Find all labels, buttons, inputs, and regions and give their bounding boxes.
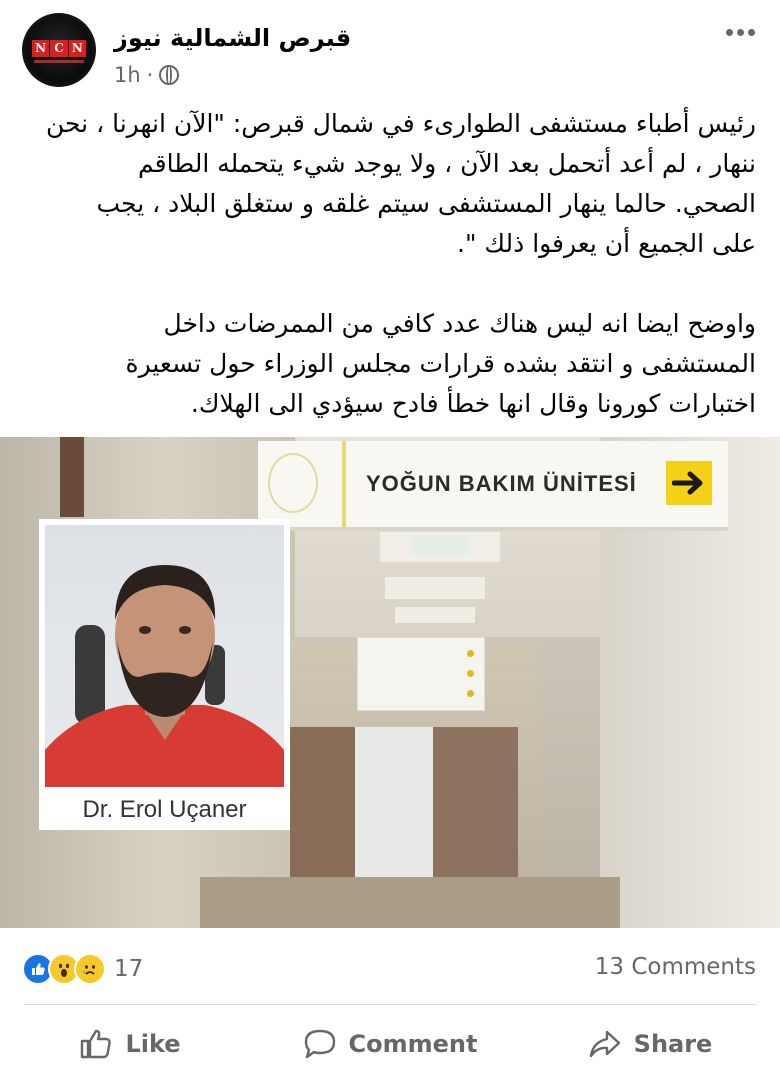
ceiling-light: [385, 577, 485, 599]
sign-dot: [467, 670, 474, 677]
globe-icon[interactable]: [159, 65, 180, 85]
sign-dot: [467, 650, 474, 657]
reactions-summary[interactable]: 17: [22, 953, 143, 985]
post-paragraph: واوضح ايضا انه ليس هناك عدد كافي من المم…: [125, 309, 756, 418]
sign-dot: [467, 690, 474, 697]
emblem-icon: [268, 453, 318, 513]
engagement-stats: 17 13 Comments: [0, 940, 780, 996]
doctor-illustration: [45, 565, 284, 787]
dot-icon: [736, 28, 744, 36]
page-avatar[interactable]: N C N: [22, 13, 96, 87]
dot-icon: [725, 28, 733, 36]
thumbs-up-icon: [81, 1029, 112, 1059]
ncn-logo: N C N: [32, 40, 86, 57]
portrait-caption: Dr. Erol Uçaner: [82, 796, 247, 823]
post-header: N C N قبرص الشمالية نيوز 1h ·: [0, 0, 780, 100]
facebook-post: N C N قبرص الشمالية نيوز 1h · رئيس أطباء…: [0, 0, 780, 1080]
portrait-photo: [45, 525, 284, 787]
post-time-link[interactable]: 1h: [114, 63, 141, 87]
share-button[interactable]: Share: [520, 1008, 780, 1080]
share-icon: [589, 1030, 620, 1058]
post-meta: 1h ·: [114, 63, 180, 87]
logo-letter: C: [50, 40, 68, 57]
post-actions: Like Comment Share: [0, 1008, 780, 1080]
logo-letter: N: [68, 40, 86, 57]
post-text: رئيس أطباء مستشفى الطوارىء في شمال قبرص:…: [26, 104, 756, 424]
dot-icon: [747, 28, 755, 36]
actions-divider: [24, 1004, 756, 1005]
like-label: Like: [125, 1030, 181, 1058]
sad-reaction-icon: [74, 953, 106, 985]
sign-divider: [342, 441, 346, 527]
image-pillar: [60, 437, 84, 517]
share-label: Share: [633, 1030, 713, 1058]
comment-icon: [304, 1029, 335, 1059]
post-image[interactable]: YOĞUN BAKIM ÜNİTESİ Dr. Erol Uçaner: [0, 437, 780, 928]
icu-sign-text: YOĞUN BAKIM ÜNİTESİ: [366, 471, 637, 496]
post-paragraph: رئيس أطباء مستشفى الطوارىء في شمال قبرص:…: [46, 109, 756, 258]
more-options-button[interactable]: [722, 20, 758, 44]
comment-button[interactable]: Comment: [260, 1008, 520, 1080]
comment-label: Comment: [348, 1030, 478, 1058]
image-floor: [200, 877, 620, 928]
doctor-portrait: Dr. Erol Uçaner: [39, 519, 290, 830]
meta-separator: ·: [146, 63, 154, 87]
reaction-count: 17: [114, 956, 144, 982]
comments-count-link[interactable]: 13 Comments: [595, 954, 756, 980]
ceiling-light: [395, 607, 475, 623]
icu-sign: YOĞUN BAKIM ÜNİTESİ: [258, 441, 728, 531]
directional-sign: [357, 637, 485, 711]
like-button[interactable]: Like: [0, 1008, 260, 1080]
exit-sign: [410, 537, 470, 555]
arrow-right-icon: [666, 461, 712, 505]
page-name-link[interactable]: قبرص الشمالية نيوز: [114, 24, 351, 52]
logo-underline: [34, 60, 84, 63]
logo-letter: N: [32, 40, 50, 57]
